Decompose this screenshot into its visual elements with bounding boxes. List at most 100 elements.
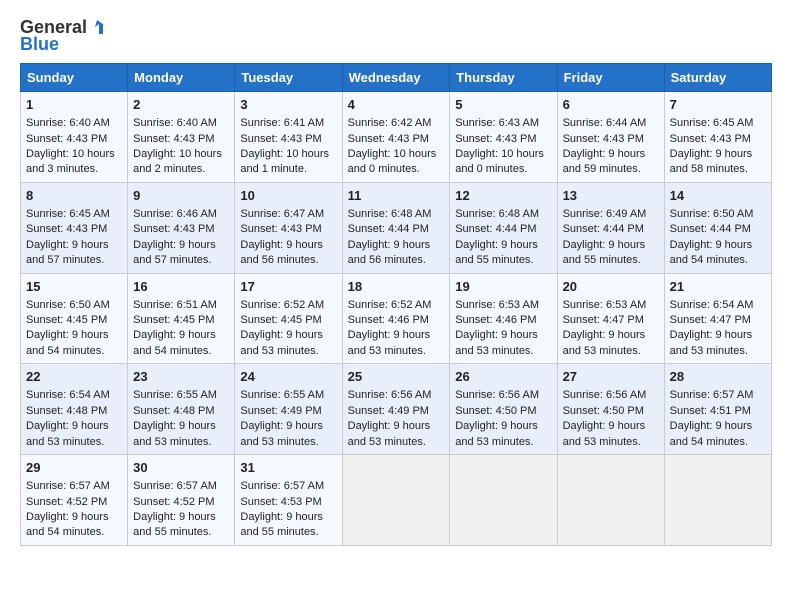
day-number: 12 <box>455 187 551 205</box>
sunrise-text: Sunrise: 6:55 AM <box>133 389 217 401</box>
day-number: 1 <box>26 96 122 114</box>
day-number: 25 <box>348 368 445 386</box>
week-row-2: 8 Sunrise: 6:45 AM Sunset: 4:43 PM Dayli… <box>21 182 772 273</box>
day-number: 2 <box>133 96 229 114</box>
sunrise-text: Sunrise: 6:45 AM <box>670 117 754 129</box>
daylight-text: Daylight: 9 hours and 53 minutes. <box>133 420 216 447</box>
sunset-text: Sunset: 4:44 PM <box>455 223 536 235</box>
sunrise-text: Sunrise: 6:52 AM <box>348 299 432 311</box>
day-number: 28 <box>670 368 766 386</box>
sunrise-text: Sunrise: 6:57 AM <box>670 389 754 401</box>
daylight-text: Daylight: 9 hours and 57 minutes. <box>26 239 109 266</box>
week-row-5: 29 Sunrise: 6:57 AM Sunset: 4:52 PM Dayl… <box>21 455 772 546</box>
daylight-text: Daylight: 9 hours and 59 minutes. <box>563 148 646 175</box>
sunrise-text: Sunrise: 6:56 AM <box>563 389 647 401</box>
sunrise-text: Sunrise: 6:50 AM <box>26 299 110 311</box>
calendar-cell: 17 Sunrise: 6:52 AM Sunset: 4:45 PM Dayl… <box>235 273 342 364</box>
week-row-3: 15 Sunrise: 6:50 AM Sunset: 4:45 PM Dayl… <box>21 273 772 364</box>
sunrise-text: Sunrise: 6:57 AM <box>133 480 217 492</box>
day-number: 10 <box>240 187 336 205</box>
daylight-text: Daylight: 9 hours and 54 minutes. <box>670 239 753 266</box>
sunset-text: Sunset: 4:50 PM <box>455 405 536 417</box>
daylight-text: Daylight: 9 hours and 56 minutes. <box>348 239 431 266</box>
day-number: 26 <box>455 368 551 386</box>
sunset-text: Sunset: 4:53 PM <box>240 496 321 508</box>
calendar-cell: 30 Sunrise: 6:57 AM Sunset: 4:52 PM Dayl… <box>128 455 235 546</box>
calendar-cell: 5 Sunrise: 6:43 AM Sunset: 4:43 PM Dayli… <box>450 92 557 183</box>
calendar-cell: 31 Sunrise: 6:57 AM Sunset: 4:53 PM Dayl… <box>235 455 342 546</box>
calendar-cell: 8 Sunrise: 6:45 AM Sunset: 4:43 PM Dayli… <box>21 182 128 273</box>
daylight-text: Daylight: 10 hours and 0 minutes. <box>455 148 544 175</box>
day-number: 29 <box>26 459 122 477</box>
sunset-text: Sunset: 4:44 PM <box>563 223 644 235</box>
calendar-cell: 20 Sunrise: 6:53 AM Sunset: 4:47 PM Dayl… <box>557 273 664 364</box>
calendar-table: SundayMondayTuesdayWednesdayThursdayFrid… <box>20 63 772 546</box>
day-number: 13 <box>563 187 659 205</box>
sunrise-text: Sunrise: 6:56 AM <box>455 389 539 401</box>
calendar-cell: 19 Sunrise: 6:53 AM Sunset: 4:46 PM Dayl… <box>450 273 557 364</box>
daylight-text: Daylight: 9 hours and 53 minutes. <box>563 329 646 356</box>
sunset-text: Sunset: 4:43 PM <box>26 133 107 145</box>
sunset-text: Sunset: 4:52 PM <box>26 496 107 508</box>
day-number: 15 <box>26 278 122 296</box>
calendar-cell: 2 Sunrise: 6:40 AM Sunset: 4:43 PM Dayli… <box>128 92 235 183</box>
sunset-text: Sunset: 4:48 PM <box>26 405 107 417</box>
day-number: 31 <box>240 459 336 477</box>
header-sunday: Sunday <box>21 64 128 92</box>
daylight-text: Daylight: 9 hours and 55 minutes. <box>563 239 646 266</box>
logo-chevron-icon <box>89 16 111 38</box>
sunrise-text: Sunrise: 6:57 AM <box>26 480 110 492</box>
sunrise-text: Sunrise: 6:56 AM <box>348 389 432 401</box>
daylight-text: Daylight: 9 hours and 53 minutes. <box>348 420 431 447</box>
day-number: 6 <box>563 96 659 114</box>
daylight-text: Daylight: 9 hours and 53 minutes. <box>240 420 323 447</box>
calendar-cell: 29 Sunrise: 6:57 AM Sunset: 4:52 PM Dayl… <box>21 455 128 546</box>
header-saturday: Saturday <box>664 64 771 92</box>
calendar-cell: 4 Sunrise: 6:42 AM Sunset: 4:43 PM Dayli… <box>342 92 450 183</box>
sunset-text: Sunset: 4:43 PM <box>563 133 644 145</box>
sunrise-text: Sunrise: 6:54 AM <box>670 299 754 311</box>
daylight-text: Daylight: 9 hours and 54 minutes. <box>670 420 753 447</box>
sunrise-text: Sunrise: 6:47 AM <box>240 208 324 220</box>
calendar-cell: 12 Sunrise: 6:48 AM Sunset: 4:44 PM Dayl… <box>450 182 557 273</box>
day-number: 17 <box>240 278 336 296</box>
sunrise-text: Sunrise: 6:50 AM <box>670 208 754 220</box>
day-number: 5 <box>455 96 551 114</box>
sunrise-text: Sunrise: 6:53 AM <box>455 299 539 311</box>
sunset-text: Sunset: 4:43 PM <box>133 133 214 145</box>
sunrise-text: Sunrise: 6:44 AM <box>563 117 647 129</box>
logo: General Blue <box>20 16 111 55</box>
calendar-cell: 28 Sunrise: 6:57 AM Sunset: 4:51 PM Dayl… <box>664 364 771 455</box>
sunset-text: Sunset: 4:47 PM <box>563 314 644 326</box>
day-number: 11 <box>348 187 445 205</box>
calendar-cell: 15 Sunrise: 6:50 AM Sunset: 4:45 PM Dayl… <box>21 273 128 364</box>
day-number: 23 <box>133 368 229 386</box>
sunset-text: Sunset: 4:51 PM <box>670 405 751 417</box>
header-tuesday: Tuesday <box>235 64 342 92</box>
day-number: 4 <box>348 96 445 114</box>
calendar-cell: 18 Sunrise: 6:52 AM Sunset: 4:46 PM Dayl… <box>342 273 450 364</box>
day-number: 22 <box>26 368 122 386</box>
daylight-text: Daylight: 9 hours and 53 minutes. <box>240 329 323 356</box>
day-number: 7 <box>670 96 766 114</box>
sunset-text: Sunset: 4:45 PM <box>133 314 214 326</box>
day-number: 19 <box>455 278 551 296</box>
daylight-text: Daylight: 9 hours and 53 minutes. <box>455 420 538 447</box>
sunrise-text: Sunrise: 6:43 AM <box>455 117 539 129</box>
calendar-cell: 1 Sunrise: 6:40 AM Sunset: 4:43 PM Dayli… <box>21 92 128 183</box>
sunset-text: Sunset: 4:43 PM <box>26 223 107 235</box>
calendar-cell: 13 Sunrise: 6:49 AM Sunset: 4:44 PM Dayl… <box>557 182 664 273</box>
week-row-4: 22 Sunrise: 6:54 AM Sunset: 4:48 PM Dayl… <box>21 364 772 455</box>
sunset-text: Sunset: 4:43 PM <box>348 133 429 145</box>
sunset-text: Sunset: 4:49 PM <box>348 405 429 417</box>
daylight-text: Daylight: 10 hours and 0 minutes. <box>348 148 437 175</box>
day-number: 14 <box>670 187 766 205</box>
sunrise-text: Sunrise: 6:48 AM <box>348 208 432 220</box>
day-number: 30 <box>133 459 229 477</box>
sunrise-text: Sunrise: 6:40 AM <box>133 117 217 129</box>
calendar-cell: 24 Sunrise: 6:55 AM Sunset: 4:49 PM Dayl… <box>235 364 342 455</box>
daylight-text: Daylight: 9 hours and 54 minutes. <box>26 511 109 538</box>
logo-blue: Blue <box>20 34 59 55</box>
sunset-text: Sunset: 4:43 PM <box>455 133 536 145</box>
day-number: 18 <box>348 278 445 296</box>
